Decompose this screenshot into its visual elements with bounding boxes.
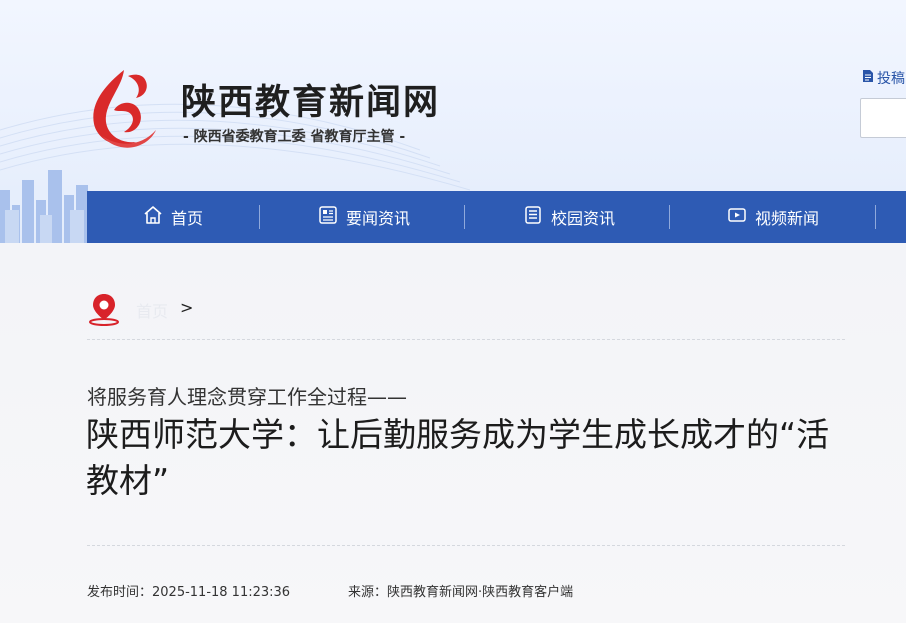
publish-time: 发布时间：2025-11-18 11:23:36 (87, 585, 291, 600)
nav-item-video[interactable]: 视频新闻 (727, 191, 819, 243)
article-title: 陕西师范大学：让后勤服务成为学生成长成才的“活教材” (86, 415, 830, 500)
document-icon (862, 69, 874, 87)
news-icon (318, 205, 338, 229)
breadcrumb-home[interactable]: 首页 (136, 298, 168, 322)
nav-divider (464, 205, 465, 229)
skyline-graphic (0, 170, 100, 245)
breadcrumb-separator: > (180, 298, 194, 317)
nav-divider (669, 205, 670, 229)
site-subtitle: - 陕西省委教育工委 省教育厅主管 - (183, 129, 406, 145)
video-icon (727, 205, 747, 229)
article-subtitle: 将服务育人理念贯穿工作全过程—— (87, 385, 407, 409)
divider (87, 339, 845, 340)
home-icon (143, 205, 163, 229)
nav-item-home[interactable]: 首页 (143, 191, 203, 243)
main-navbar: 首页 要闻资讯 校园资讯 视频新闻 (87, 191, 906, 243)
nav-label: 要闻资讯 (346, 209, 411, 228)
list-icon (523, 205, 543, 229)
article-source: 来源：陕西教育新闻网·陕西教育客户端 (348, 585, 574, 600)
nav-label: 校园资讯 (551, 209, 616, 228)
nav-item-campus[interactable]: 校园资讯 (523, 191, 615, 243)
submit-link[interactable]: 投稿 (862, 68, 905, 88)
nav-label: 视频新闻 (755, 209, 820, 228)
divider (87, 545, 845, 546)
site-logo-icon[interactable] (84, 66, 164, 152)
site-name: 陕西教育新闻网 (181, 83, 441, 123)
search-input[interactable] (860, 98, 906, 138)
nav-label: 首页 (171, 209, 204, 228)
nav-divider (875, 205, 876, 229)
submit-label: 投稿 (877, 71, 905, 87)
nav-divider (259, 205, 260, 229)
nav-item-news[interactable]: 要闻资讯 (318, 191, 410, 243)
location-pin-icon (86, 291, 122, 331)
